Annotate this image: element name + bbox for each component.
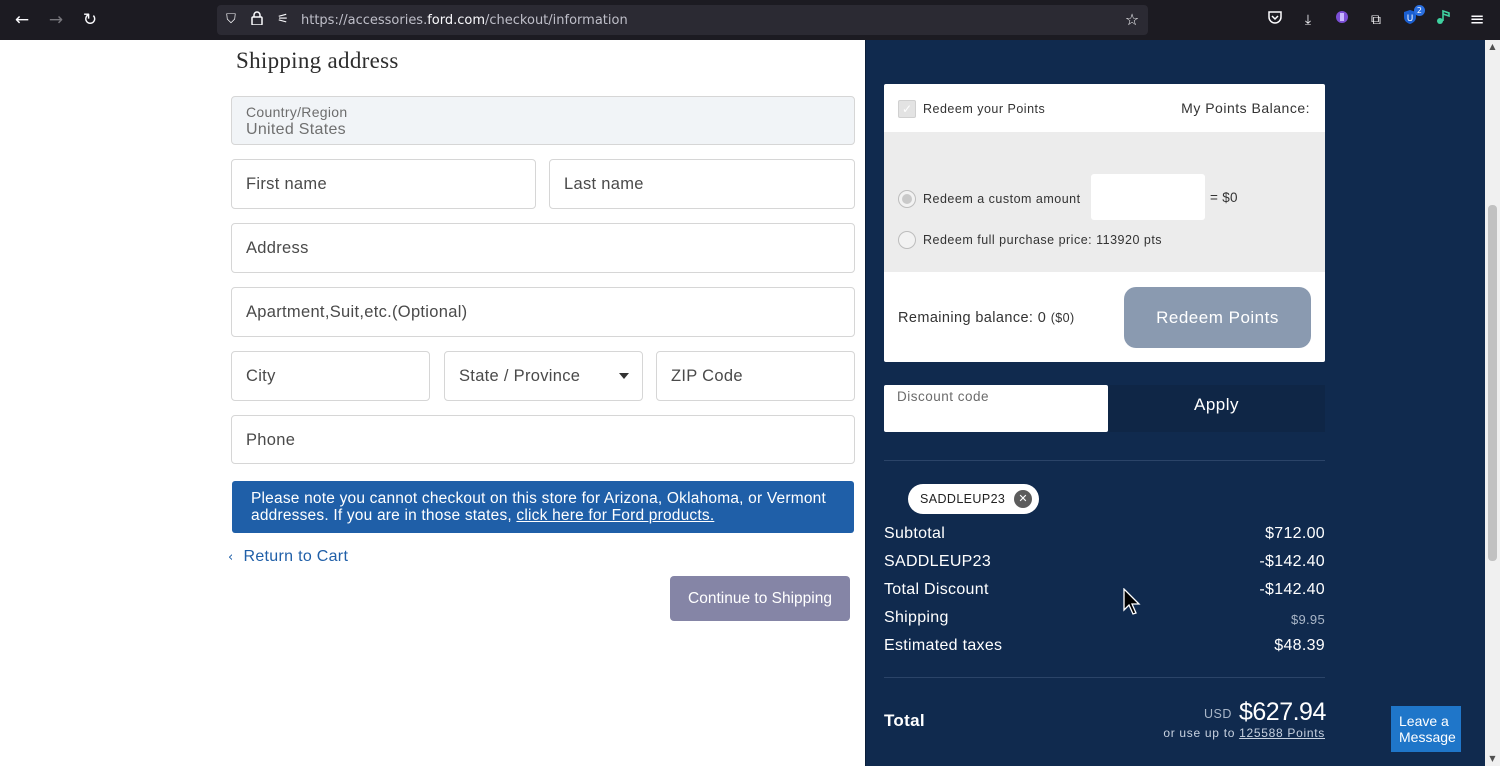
bookmark-star-icon[interactable]: ☆ — [1123, 11, 1141, 29]
points-redemption-card: ✓ Redeem your Points My Points Balance: … — [884, 84, 1325, 362]
zip-input[interactable]: ZIP Code — [656, 351, 855, 401]
extension-badge: 2 — [1413, 5, 1425, 16]
full-price-radio[interactable] — [898, 231, 916, 249]
scroll-up-icon[interactable]: ▲ — [1488, 42, 1497, 51]
city-input[interactable]: City — [231, 351, 430, 401]
page-title: Shipping address — [236, 48, 399, 73]
total-discount-label: Total Discount — [884, 581, 989, 598]
country-select[interactable]: Country/Region United States — [231, 96, 855, 145]
subtotal-value: $712.00 — [1265, 525, 1325, 542]
menu-icon[interactable]: ≡ — [1466, 9, 1488, 31]
taxes-row: Estimated taxes $48.39 — [884, 637, 1325, 659]
apartment-input[interactable]: Apartment,Suit,etc.(Optional) — [231, 287, 855, 337]
shipping-row: Shipping $9.95 — [884, 609, 1325, 631]
apply-discount-button[interactable]: Apply — [1108, 385, 1325, 432]
coupon-discount-row: SADDLEUP23 -$142.40 — [884, 553, 1325, 575]
address-placeholder: Address — [246, 239, 309, 257]
pocket-icon[interactable] — [1264, 9, 1286, 31]
country-label: Country/Region — [246, 104, 348, 120]
forward-icon[interactable]: → — [44, 8, 68, 32]
subtotal-row: Subtotal $712.00 — [884, 525, 1325, 547]
first-name-placeholder: First name — [246, 175, 327, 193]
zip-placeholder: ZIP Code — [671, 367, 743, 385]
discount-code-placeholder: Discount code — [897, 389, 990, 404]
download-icon[interactable]: ⤓ — [1297, 9, 1319, 31]
discount-code-input[interactable]: Discount code — [884, 385, 1108, 432]
custom-amount-radio[interactable] — [898, 190, 916, 208]
total-label: Total — [884, 711, 925, 730]
url-text[interactable]: https://accessories.ford.com/checkout/in… — [301, 13, 628, 28]
mouse-cursor-icon — [1123, 588, 1141, 615]
permissions-icon[interactable]: ⚟ — [274, 11, 292, 29]
points-alternative-link[interactable]: 125588 Points — [1239, 726, 1325, 740]
ford-products-link[interactable]: click here for Ford products. — [516, 507, 714, 524]
coupon-discount-label: SADDLEUP23 — [884, 553, 992, 570]
back-icon[interactable]: ← — [10, 8, 34, 32]
reload-icon[interactable]: ↻ — [78, 8, 102, 32]
remaining-balance-label: Remaining balance: 0 — [898, 310, 1047, 326]
points-options: Redeem a custom amount = $0 Redeem full … — [884, 132, 1325, 272]
state-restriction-notice: Please note you cannot checkout on this … — [232, 481, 854, 533]
address-input[interactable]: Address — [231, 223, 855, 273]
points-alternative: or use up to 125588 Points — [1163, 726, 1325, 740]
coupon-discount-value: -$142.40 — [1259, 553, 1325, 570]
total-amount: $627.94 — [1239, 698, 1326, 726]
first-name-input[interactable]: First name — [231, 159, 536, 209]
applied-coupon-chip: SADDLEUP23 ✕ — [908, 484, 1039, 514]
last-name-input[interactable]: Last name — [549, 159, 855, 209]
chevron-left-icon: ‹ — [228, 549, 234, 565]
return-to-cart-link[interactable]: ‹ Return to Cart — [228, 548, 348, 566]
lock-icon[interactable] — [248, 11, 266, 29]
custom-amount-value: = $0 — [1210, 190, 1238, 205]
redeem-points-button[interactable]: Redeem Points — [1124, 287, 1311, 348]
state-select[interactable]: State / Province — [444, 351, 643, 401]
taxes-value: $48.39 — [1274, 637, 1325, 654]
points-alternative-prefix: or use up to — [1163, 726, 1236, 740]
browser-toolbar: ← → ↻ ⛉ ⚟ https://accessories.ford.com/c… — [0, 0, 1500, 40]
extension-music-icon[interactable] — [1432, 9, 1454, 31]
continue-to-shipping-button[interactable]: Continue to Shipping — [670, 576, 850, 621]
shield-icon[interactable]: ⛉ — [222, 11, 240, 29]
total-discount-value: -$142.40 — [1259, 581, 1325, 598]
subtotal-label: Subtotal — [884, 525, 946, 542]
extension-shield-icon[interactable]: U 2 — [1399, 5, 1425, 31]
summary-divider-top — [884, 460, 1325, 461]
last-name-placeholder: Last name — [564, 175, 644, 193]
caret-down-icon — [619, 373, 629, 379]
shipping-label: Shipping — [884, 609, 949, 626]
scrollbar-thumb[interactable] — [1488, 205, 1497, 561]
leave-message-button[interactable]: Leave a Message — [1391, 706, 1461, 752]
apartment-placeholder: Apartment,Suit,etc.(Optional) — [246, 303, 468, 321]
coupon-code: SADDLEUP23 — [920, 492, 1006, 506]
state-placeholder: State / Province — [459, 367, 581, 385]
total-currency: USD — [1204, 707, 1232, 721]
shipping-form-pane: Shipping address Country/Region United S… — [0, 40, 865, 766]
scroll-down-icon[interactable]: ▼ — [1488, 754, 1497, 763]
total-discount-row: Total Discount -$142.40 — [884, 581, 1325, 603]
redeem-points-label: Redeem your Points — [923, 102, 1046, 116]
redeem-points-checkbox[interactable]: ✓ — [898, 100, 916, 118]
phone-placeholder: Phone — [246, 431, 296, 449]
remove-coupon-icon[interactable]: ✕ — [1014, 490, 1032, 508]
svg-text:U: U — [1407, 14, 1414, 24]
shipping-value: $9.95 — [1290, 612, 1325, 627]
full-price-label: Redeem full purchase price: 113920 pts — [923, 233, 1163, 247]
remaining-balance-dollars: ($0) — [1050, 311, 1075, 325]
phone-input[interactable]: Phone — [231, 415, 855, 464]
summary-divider-bottom — [884, 677, 1325, 678]
taxes-label: Estimated taxes — [884, 637, 1003, 654]
points-balance-label: My Points Balance: — [1181, 100, 1310, 116]
custom-amount-label: Redeem a custom amount — [923, 192, 1081, 206]
extensions-puzzle-icon[interactable]: ⧉ — [1365, 9, 1387, 31]
points-header: ✓ Redeem your Points My Points Balance: — [884, 84, 1325, 132]
extension-purple-icon[interactable] — [1331, 9, 1353, 31]
city-placeholder: City — [246, 367, 276, 385]
custom-amount-input[interactable] — [1091, 174, 1205, 220]
country-value: United States — [246, 121, 346, 138]
return-to-cart-label: Return to Cart — [243, 548, 349, 565]
address-bar[interactable]: ⛉ ⚟ https://accessories.ford.com/checkou… — [217, 5, 1148, 35]
remaining-balance: Remaining balance: 0 ($0) — [898, 310, 1075, 326]
